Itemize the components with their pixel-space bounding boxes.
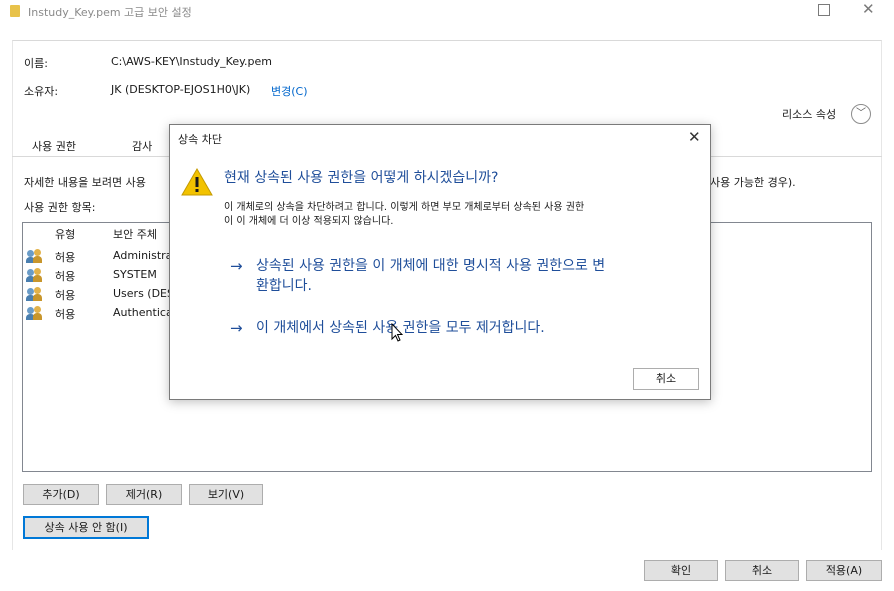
view-button[interactable]: 보기(V) <box>189 484 263 505</box>
tab-auditing[interactable]: 감사 <box>132 136 152 158</box>
window-title: Instudy_Key.pem 고급 보안 설정 <box>28 6 192 19</box>
warning-icon <box>181 167 213 196</box>
maximize-icon[interactable] <box>818 4 830 16</box>
row-principal[interactable]: SYSTEM <box>113 268 157 281</box>
arrow-right-icon: → <box>230 257 243 275</box>
dialog-heading: 현재 상속된 사용 권한을 어떻게 하시겠습니까? <box>224 170 499 186</box>
ok-button[interactable]: 확인 <box>644 560 718 581</box>
tab-permissions-label: 사용 권한 <box>32 140 76 153</box>
row-type[interactable]: 허용 <box>55 268 75 284</box>
remove-inherited-permissions-option[interactable]: → 이 개체에서 상속된 사용 권한을 모두 제거합니다. <box>230 318 700 338</box>
block-inheritance-dialog: 상속 차단 ✕ 현재 상속된 사용 권한을 어떻게 하시겠습니까? 이 개체로의… <box>169 124 711 400</box>
owner-value: JK (DESKTOP-EJOS1H0\JK) <box>111 83 251 96</box>
convert-inherited-permissions-option[interactable]: → 상속된 사용 권한을 이 개체에 대한 명시적 사용 권한으로 변 환합니다… <box>230 256 700 296</box>
users-icon <box>26 287 43 301</box>
row-type[interactable]: 허용 <box>55 306 75 322</box>
column-type[interactable]: 유형 <box>55 226 75 242</box>
row-principal[interactable]: Users (DES <box>113 287 174 300</box>
chevron-down-icon[interactable]: ﹀ <box>851 104 871 124</box>
resource-properties-label: 리소스 속성 <box>782 108 837 121</box>
name-label: 이름: <box>24 57 48 70</box>
tab-auditing-label: 감사 <box>132 140 153 153</box>
remove-button[interactable]: 제거(R) <box>106 484 182 505</box>
owner-change-link[interactable]: 변경(C) <box>271 83 308 99</box>
dialog-title: 상속 차단 <box>178 133 222 146</box>
users-icon <box>26 268 43 282</box>
description-text-right: 사용 가능한 경우). <box>710 176 796 189</box>
arrow-right-icon: → <box>230 319 243 337</box>
dialog-cancel-button[interactable]: 취소 <box>633 368 699 390</box>
file-icon <box>10 5 20 17</box>
option2-text: 이 개체에서 상속된 사용 권한을 모두 제거합니다. <box>256 320 545 336</box>
apply-button[interactable]: 적용(A) <box>806 560 882 581</box>
tab-permissions[interactable]: 사용 권한 <box>20 136 100 158</box>
dialog-description-line1: 이 개체로의 상속을 차단하려고 합니다. 이렇게 하면 부모 개체로부터 상속… <box>224 202 585 213</box>
add-button[interactable]: 추가(D) <box>23 484 99 505</box>
close-icon[interactable]: ✕ <box>862 0 875 18</box>
permission-entries-label: 사용 권한 항목: <box>24 201 96 214</box>
column-principal[interactable]: 보안 주체 <box>113 226 157 242</box>
dialog-description: 이 개체로의 상속을 차단하려고 합니다. 이렇게 하면 부모 개체로부터 상속… <box>224 201 694 229</box>
row-principal[interactable]: Authentica <box>113 306 173 319</box>
name-value: C:\AWS-KEY\Instudy_Key.pem <box>111 55 272 68</box>
description-text-left: 자세한 내용을 보려면 사용 <box>24 176 146 189</box>
owner-label: 소유자: <box>24 85 59 98</box>
row-type[interactable]: 허용 <box>55 287 75 303</box>
dialog-description-line2: 이 이 개체에 더 이상 적용되지 않습니다. <box>224 216 394 227</box>
close-icon[interactable]: ✕ <box>688 128 701 146</box>
users-icon <box>26 306 43 320</box>
row-principal[interactable]: Administra <box>113 249 172 262</box>
option1-line2: 환합니다. <box>256 278 312 294</box>
users-icon <box>26 249 43 263</box>
mouse-cursor-icon <box>391 323 403 342</box>
option1-line1: 상속된 사용 권한을 이 개체에 대한 명시적 사용 권한으로 변 <box>256 258 606 274</box>
row-type[interactable]: 허용 <box>55 249 75 265</box>
cancel-button[interactable]: 취소 <box>725 560 799 581</box>
disable-inheritance-button[interactable]: 상속 사용 안 함(I) <box>23 516 149 539</box>
